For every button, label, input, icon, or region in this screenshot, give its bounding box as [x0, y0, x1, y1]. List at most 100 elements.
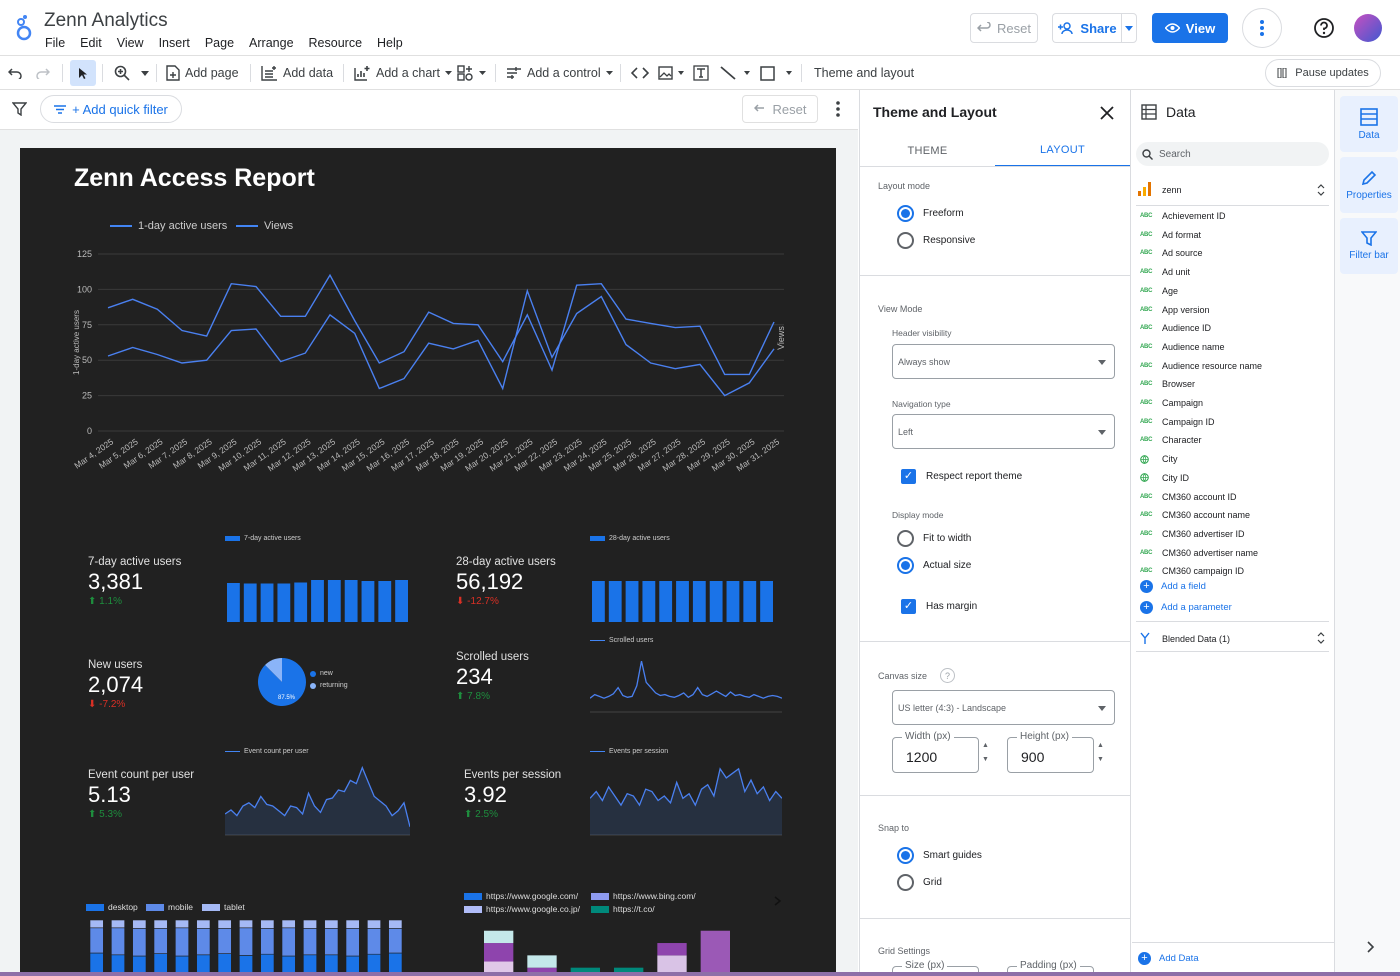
sparkline-events-per-session[interactable]	[590, 756, 782, 836]
reset-filter-button[interactable]: Reset	[742, 95, 818, 123]
width-input[interactable]: Width (px) 1200	[892, 731, 979, 773]
theme-layout-button[interactable]: Theme and layout	[814, 56, 914, 90]
menu-insert[interactable]: Insert	[159, 36, 190, 50]
add-field-button[interactable]: + Add a field	[1140, 580, 1206, 593]
rail-data-button[interactable]: Data	[1340, 96, 1398, 152]
navigation-type-select[interactable]: Left	[892, 414, 1115, 449]
scorecard-new-users[interactable]: New users 2,074 ⬇ -7.2%	[88, 659, 143, 710]
has-margin-checkbox[interactable]: ✓ Has margin	[901, 599, 977, 614]
radio-responsive[interactable]: Responsive	[897, 232, 975, 249]
report-title[interactable]: Zenn Access Report	[74, 164, 315, 193]
sparkline-scrolled-users[interactable]	[590, 648, 782, 713]
field-item[interactable]: City	[1140, 450, 1178, 468]
menu-file[interactable]: File	[45, 36, 65, 50]
field-item[interactable]: ABC Campaign ID	[1140, 413, 1215, 431]
add-component-button[interactable]	[457, 56, 486, 90]
sparkline-event-count-per-user[interactable]	[225, 756, 410, 836]
chevron-right-icon[interactable]	[774, 896, 782, 906]
add-control-button[interactable]: Add a control	[506, 56, 613, 90]
pause-updates-button[interactable]: Pause updates	[1265, 59, 1381, 87]
embed-code-button[interactable]	[631, 56, 649, 90]
field-item[interactable]: ABC Ad format	[1140, 226, 1201, 244]
expand-collapse-icon[interactable]	[1317, 184, 1325, 196]
looker-studio-logo-icon[interactable]	[12, 14, 36, 42]
field-item[interactable]: ABC Campaign	[1140, 394, 1203, 412]
field-item[interactable]: ABC Character	[1140, 431, 1202, 449]
field-item[interactable]: ABC Ad source	[1140, 244, 1203, 262]
scorecard-scrolled-users[interactable]: Scrolled users 234 ⬆ 7.8%	[456, 651, 529, 702]
width-stepper[interactable]: ▲ ▼	[982, 739, 989, 767]
field-item[interactable]: ABC Audience name	[1140, 338, 1225, 356]
user-avatar[interactable]	[1354, 14, 1382, 42]
redo-button[interactable]	[36, 56, 50, 90]
scorecard-events-per-session[interactable]: Events per session 3.92 ⬆ 2.5%	[464, 769, 561, 820]
add-chart-button[interactable]: Add a chart	[354, 56, 452, 90]
bar-chart-28day[interactable]	[590, 570, 775, 622]
scorecard-event-count-per-user[interactable]: Event count per user 5.13 ⬆ 5.3%	[88, 769, 194, 820]
zoom-button[interactable]	[114, 56, 149, 90]
line-button[interactable]	[720, 56, 750, 90]
menu-view[interactable]: View	[117, 36, 144, 50]
radio-freeform[interactable]: Freeform	[897, 205, 964, 222]
menu-arrange[interactable]: Arrange	[249, 36, 293, 50]
stacked-bar-device[interactable]	[86, 920, 406, 976]
data-source-zenn[interactable]: zenn	[1136, 178, 1329, 206]
help-icon[interactable]	[1313, 17, 1335, 39]
app-title[interactable]: Zenn Analytics	[44, 10, 168, 32]
add-data-bottom-button[interactable]: + Add Data	[1138, 952, 1199, 965]
tab-theme[interactable]: THEME	[860, 135, 995, 167]
radio-actual-size[interactable]: Actual size	[897, 557, 971, 574]
expand-collapse-icon[interactable]	[1317, 632, 1325, 644]
more-options-button[interactable]	[1242, 8, 1282, 48]
add-parameter-button[interactable]: + Add a parameter	[1140, 601, 1232, 614]
respect-theme-checkbox[interactable]: ✓ Respect report theme	[901, 469, 1022, 484]
add-quick-filter-button[interactable]: + Add quick filter	[40, 95, 182, 123]
field-item[interactable]: ABC Achievement ID	[1140, 207, 1226, 225]
field-item[interactable]: ABC Audience ID	[1140, 319, 1211, 337]
field-item[interactable]: ABC CM360 account name	[1140, 506, 1250, 524]
height-stepper[interactable]: ▲ ▼	[1097, 739, 1104, 767]
field-item[interactable]: ABC Age	[1140, 282, 1178, 300]
scorecard-28day-active[interactable]: 28-day active users 56,192 ⬇ -12.7%	[456, 556, 556, 607]
chevron-right-icon[interactable]	[1367, 941, 1375, 953]
share-button[interactable]: Share	[1052, 13, 1122, 43]
field-item[interactable]: ABC Audience resource name	[1140, 357, 1262, 375]
shape-button[interactable]	[760, 56, 792, 90]
undo-button[interactable]	[8, 56, 22, 90]
tab-layout[interactable]: LAYOUT	[995, 135, 1130, 167]
field-item[interactable]: ABC Ad unit	[1140, 263, 1190, 281]
share-dropdown-button[interactable]	[1121, 13, 1137, 43]
report-page[interactable]: Zenn Access Report 1-day active users Vi…	[20, 148, 836, 976]
canvas-size-select[interactable]: US letter (4:3) - Landscape	[892, 690, 1115, 725]
scorecard-7day-active[interactable]: 7-day active users 3,381 ⬆ 1.1%	[88, 556, 181, 607]
field-item[interactable]: ABC CM360 campaign ID	[1140, 562, 1244, 580]
field-item[interactable]: ABC CM360 advertiser ID	[1140, 525, 1245, 543]
menu-resource[interactable]: Resource	[309, 36, 363, 50]
filter-icon[interactable]	[12, 102, 27, 116]
rail-filter-bar-button[interactable]: Filter bar	[1340, 218, 1398, 274]
header-visibility-select[interactable]: Always show	[892, 344, 1115, 379]
field-item[interactable]: ABC CM360 account ID	[1140, 488, 1237, 506]
more-vert-icon[interactable]	[836, 101, 840, 117]
view-button[interactable]: View	[1152, 13, 1228, 43]
field-search-input[interactable]: Search	[1136, 142, 1329, 166]
select-tool-button[interactable]	[70, 60, 96, 86]
reset-button[interactable]: Reset	[970, 13, 1038, 43]
field-item[interactable]: City ID	[1140, 469, 1189, 487]
add-page-button[interactable]: Add page	[166, 56, 239, 90]
menu-help[interactable]: Help	[377, 36, 403, 50]
help-icon[interactable]: ?	[940, 668, 955, 683]
field-item[interactable]: ABC Browser	[1140, 375, 1195, 393]
add-data-button[interactable]: Add data	[261, 56, 333, 90]
stacked-bar-referrer[interactable]	[476, 924, 736, 976]
blended-data-item[interactable]: Blended Data (1)	[1136, 626, 1329, 652]
rail-properties-button[interactable]: Properties	[1340, 157, 1398, 213]
height-input[interactable]: Height (px) 900	[1007, 731, 1094, 773]
text-box-button[interactable]	[693, 56, 709, 90]
field-item[interactable]: ABC CM360 advertiser name	[1140, 544, 1258, 562]
radio-smart-guides[interactable]: Smart guides	[897, 847, 982, 864]
image-button[interactable]	[658, 56, 684, 90]
close-icon[interactable]	[1098, 104, 1116, 122]
bar-chart-7day[interactable]	[225, 570, 410, 622]
radio-fit-to-width[interactable]: Fit to width	[897, 530, 971, 547]
